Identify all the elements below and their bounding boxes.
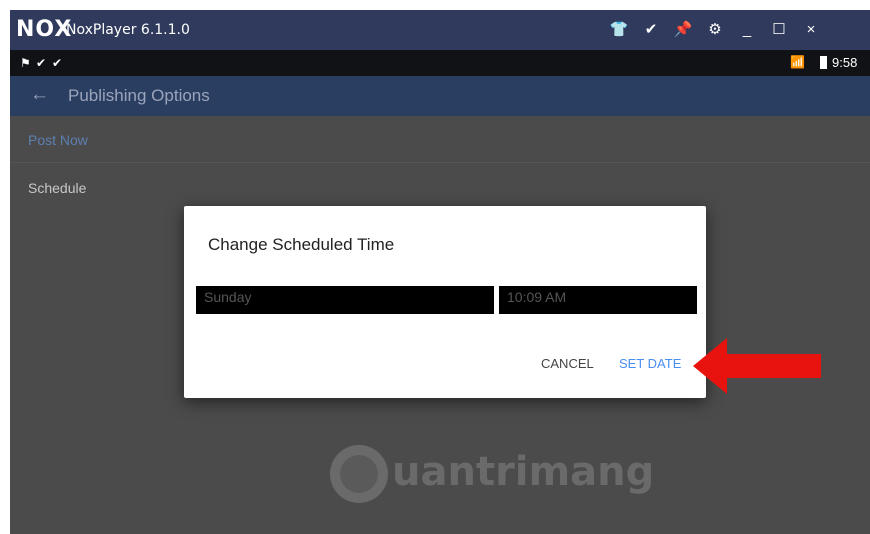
date-field[interactable]: Sunday xyxy=(196,286,494,314)
time-field[interactable]: 10:09 AM xyxy=(499,286,697,314)
option-label: Schedule xyxy=(28,180,87,196)
schedule-dialog: Change Scheduled Time Sunday 10:09 AM CA… xyxy=(184,206,706,398)
cancel-button[interactable]: CANCEL xyxy=(541,356,594,372)
back-arrow-icon[interactable]: ← xyxy=(30,83,49,107)
check-icon: ✔ xyxy=(36,56,47,70)
check-icon: ✔ xyxy=(52,56,63,70)
option-label: Post Now xyxy=(28,132,88,148)
nox-logo: NOX xyxy=(16,17,73,42)
close-button[interactable]: × xyxy=(800,18,822,42)
set-date-button[interactable]: SET DATE xyxy=(619,356,681,372)
wifi-signal-icon: 📶 xyxy=(790,55,805,69)
minimize-button[interactable]: _ xyxy=(736,18,758,42)
option-schedule[interactable]: Schedule xyxy=(10,164,870,211)
watermark-logo: uantrimang xyxy=(330,441,654,511)
emulator-titlebar: NOX NoxPlayer 6.1.1.0 👕 ✔ 📌 ⚙ _ ☐ × xyxy=(10,10,870,50)
nox-window: NOX NoxPlayer 6.1.1.0 👕 ✔ 📌 ⚙ _ ☐ × ⚑ ✔ … xyxy=(10,10,870,534)
notification-flag-icon: ⚑ xyxy=(20,56,31,70)
page-title: Publishing Options xyxy=(68,86,210,105)
skin-icon[interactable]: 👕 xyxy=(608,18,630,42)
emulator-title: NoxPlayer 6.1.1.0 xyxy=(66,22,190,38)
status-time: 9:58 xyxy=(832,55,858,70)
watermark-text: uantrimang xyxy=(392,449,655,495)
option-post-now[interactable]: Post Now xyxy=(10,116,870,163)
red-arrow-annotation xyxy=(693,338,821,394)
gear-icon[interactable]: ⚙ xyxy=(704,18,726,42)
app-bar: ← Publishing Options xyxy=(10,76,870,116)
android-status-bar: ⚑ ✔ ✔ 📶 9:58 xyxy=(10,50,870,76)
lightbulb-icon xyxy=(330,445,388,503)
maximize-button[interactable]: ☐ xyxy=(768,18,790,42)
pin-icon[interactable]: 📌 xyxy=(672,18,694,42)
dialog-title: Change Scheduled Time xyxy=(208,235,395,254)
battery-icon xyxy=(820,56,827,69)
chevron-down-icon[interactable]: ✔ xyxy=(640,18,662,42)
